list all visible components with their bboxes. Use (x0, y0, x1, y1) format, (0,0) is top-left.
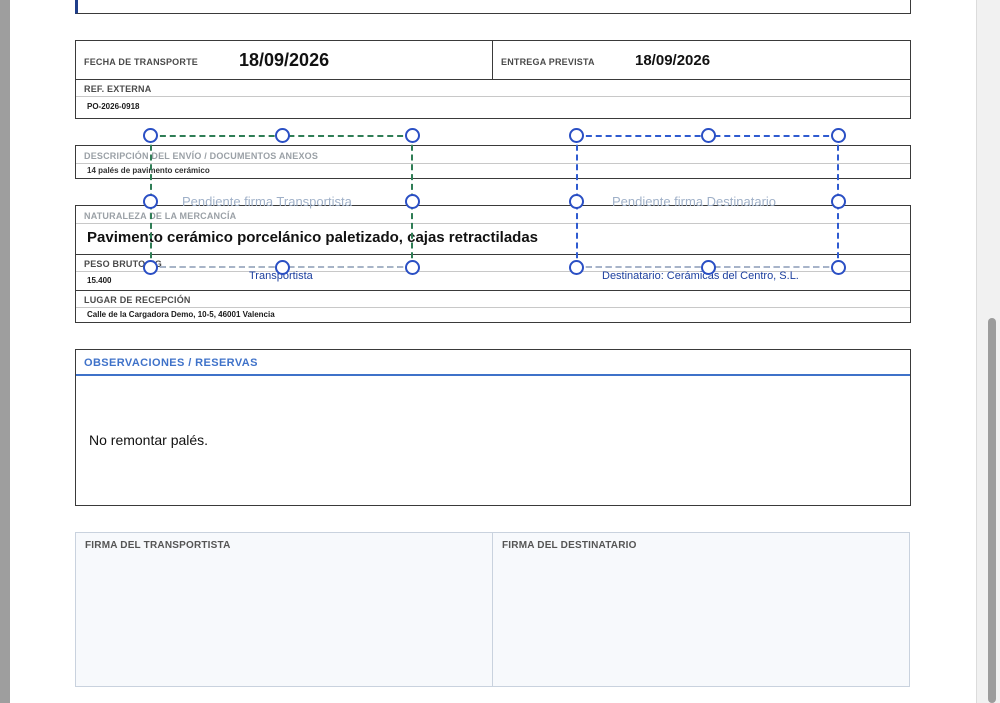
observaciones-box (75, 349, 911, 506)
observaciones-text: No remontar palés. (89, 432, 209, 448)
lugar-divider (76, 307, 910, 308)
firma-transportista-panel[interactable] (75, 532, 493, 687)
lugar-value: Calle de la Cargadora Demo, 10-5, 46001 … (87, 310, 275, 319)
resize-handle-e[interactable] (405, 194, 420, 209)
ref-externa-label: REF. EXTERNA (84, 84, 152, 94)
resize-handle-n[interactable] (275, 128, 290, 143)
observaciones-title: OBSERVACIONES / RESERVAS (84, 357, 258, 369)
scrollbar-thumb[interactable] (988, 318, 996, 703)
dates-divider (492, 40, 493, 80)
transportista-sig-placeholder: Pendiente firma Transportista (182, 194, 352, 209)
resize-handle-ne[interactable] (831, 128, 846, 143)
resize-handle-nw[interactable] (569, 128, 584, 143)
entrega-prevista-label: ENTREGA PREVISTA (501, 57, 595, 67)
ref-divider (76, 96, 910, 97)
transport-dates-box (75, 40, 911, 80)
resize-handle-se[interactable] (405, 260, 420, 275)
resize-handle-s[interactable] (701, 260, 716, 275)
resize-handle-w[interactable] (143, 194, 158, 209)
resize-handle-sw[interactable] (143, 260, 158, 275)
entrega-prevista-value: 18/09/2026 (635, 52, 711, 69)
resize-handle-w[interactable] (569, 194, 584, 209)
resize-handle-ne[interactable] (405, 128, 420, 143)
resize-handle-sw[interactable] (569, 260, 584, 275)
observaciones-header-rule (76, 374, 910, 376)
fecha-transporte-value: 18/09/2026 (239, 50, 330, 70)
peso-value: 15.400 (87, 276, 112, 285)
resize-handle-se[interactable] (831, 260, 846, 275)
resize-handle-nw[interactable] (143, 128, 158, 143)
firma-destinatario-label: FIRMA DEL DESTINATARIO (502, 540, 637, 551)
ref-externa-value: PO-2026-0918 (87, 102, 140, 111)
resize-handle-e[interactable] (831, 194, 846, 209)
destinatario-sig-placeholder: Pendiente firma Destinatario (612, 194, 777, 209)
resize-handle-n[interactable] (701, 128, 716, 143)
fecha-transporte-label: FECHA DE TRANSPORTE (84, 57, 198, 67)
destinatario-sig-caption: Destinatario: Cerámicas del Centro, S.L. (602, 270, 799, 282)
resize-handle-s[interactable] (275, 260, 290, 275)
viewer-gutter (0, 0, 10, 703)
lugar-label: LUGAR DE RECEPCIÓN (84, 295, 191, 305)
firma-transportista-label: FIRMA DEL TRANSPORTISTA (85, 540, 231, 551)
firma-destinatario-panel[interactable] (492, 532, 910, 687)
ref-externa-box (75, 79, 911, 119)
previous-section-box (75, 0, 911, 14)
